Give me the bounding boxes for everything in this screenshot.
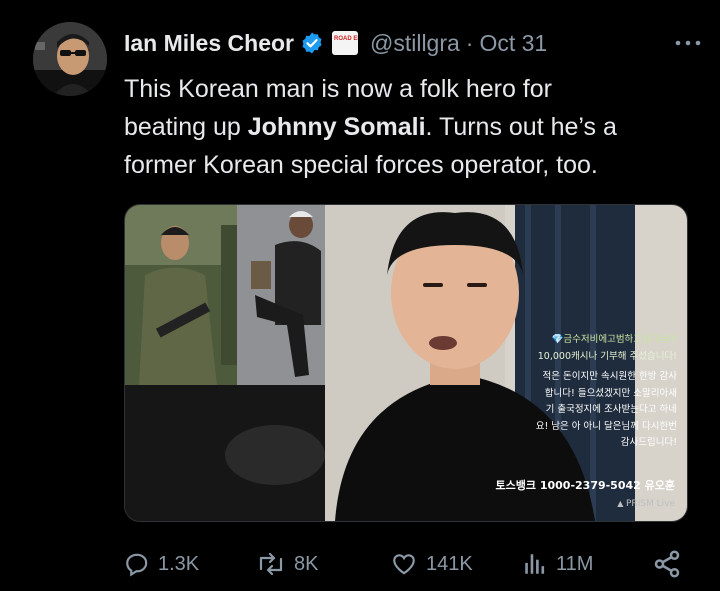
bank-info: 토스뱅크 1000-2379-5042 유오훈 bbox=[495, 479, 675, 492]
watermark-text: PRISM Live bbox=[625, 499, 675, 509]
share-icon bbox=[654, 550, 680, 578]
author-name[interactable]: Ian Miles Cheor bbox=[124, 30, 294, 57]
tweet-header: Ian Miles Cheor ROAD ELECTION @stillgra … bbox=[124, 26, 700, 60]
verified-badge-icon[interactable] bbox=[300, 31, 324, 55]
like-button[interactable]: 141K bbox=[390, 548, 473, 580]
donation-line: 10,000캐시나 기부해 주셨습니다! bbox=[537, 350, 677, 362]
views-count: 11M bbox=[556, 552, 594, 575]
tweet-line: beating up Johnny Somali. Turns out he’s… bbox=[124, 108, 694, 146]
donation-line: 적은 돈이지만 속시원한 한방 감사 bbox=[542, 371, 677, 382]
repost-count: 8K bbox=[294, 552, 319, 575]
donation-line: 합니다! 들으셨겠지만 소말리아새 bbox=[544, 387, 677, 399]
repost-button[interactable]: 8K bbox=[256, 548, 318, 580]
donation-line: 감사드립니다! bbox=[620, 437, 677, 448]
prism-watermark: ▲ PRISM Live bbox=[585, 499, 675, 509]
prism-logo-icon: ▲ bbox=[617, 499, 626, 508]
reply-button[interactable]: 1.3K bbox=[124, 548, 199, 580]
more-options-icon[interactable] bbox=[674, 28, 702, 54]
tweet-text: This Korean man is now a folk hero for b… bbox=[124, 70, 694, 184]
tweet-text-segment: beating up bbox=[124, 113, 248, 141]
donation-line: 기 출국정지에 조사받는다고 하네 bbox=[545, 404, 677, 415]
author-avatar[interactable] bbox=[33, 22, 107, 96]
reply-count: 1.3K bbox=[158, 552, 200, 575]
tweet-line: This Korean man is now a folk hero for bbox=[124, 75, 552, 103]
repost-icon bbox=[259, 552, 283, 576]
donation-overlay: 💎금수저비에고범하고싶다님이 10,000캐시나 기부해 주셨습니다! 적은 돈… bbox=[507, 332, 677, 452]
donation-line: 요! 남은 아 아니 달은님께 다시한번 bbox=[535, 420, 677, 432]
affiliate-badge-text: ROAD ELECTION bbox=[333, 36, 358, 42]
avatar-image bbox=[33, 22, 107, 96]
separator-dot: · bbox=[465, 29, 474, 56]
heart-icon bbox=[393, 554, 415, 575]
reply-icon bbox=[126, 553, 148, 577]
tweet-line: former Korean special forces operator, t… bbox=[124, 151, 598, 179]
tweet-date[interactable]: Oct 31 bbox=[479, 30, 547, 57]
like-count: 141K bbox=[426, 552, 473, 575]
mention-bold: Johnny Somali bbox=[247, 113, 426, 141]
views-bar-chart-icon bbox=[525, 554, 545, 574]
affiliate-badge-icon[interactable]: ROAD ELECTION bbox=[331, 31, 358, 55]
views-button[interactable]: 11M bbox=[522, 548, 593, 580]
share-button[interactable] bbox=[652, 548, 690, 580]
author-handle[interactable]: @stillgra bbox=[370, 30, 460, 57]
tweet-media[interactable]: 💎금수저비에고범하고싶다님이 10,000캐시나 기부해 주셨습니다! 적은 돈… bbox=[124, 204, 688, 522]
tweet-text-segment: . Turns out he’s a bbox=[425, 113, 617, 141]
tweet-actions: 1.3K 8K 141K 11M bbox=[124, 548, 694, 580]
donation-line: 💎금수저비에고범하고싶다님이 bbox=[551, 334, 677, 345]
